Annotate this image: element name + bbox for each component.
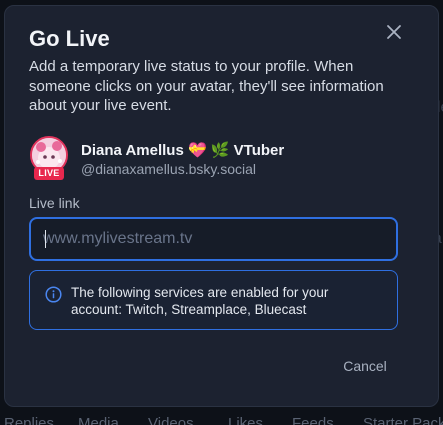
background-tab: Media	[78, 415, 119, 425]
profile-card: LIVE Diana Amellus 💝 🌿 VTuber @dianaxame…	[29, 136, 409, 186]
text-caret	[45, 230, 46, 248]
dialog-description: Add a temporary live status to your prof…	[29, 58, 384, 114]
background-tab: Replies	[4, 415, 55, 425]
close-icon[interactable]	[383, 21, 405, 43]
info-icon	[45, 286, 62, 303]
background-profile-tabs: Replies Media Videos Likes Feeds Starter…	[0, 414, 443, 425]
background-tab: Likes	[228, 415, 264, 425]
profile-display-name: Diana Amellus 💝 🌿 VTuber	[81, 142, 285, 159]
live-link-label: Live link	[29, 195, 80, 211]
dialog-title: Go Live	[29, 26, 110, 51]
avatar: LIVE	[29, 136, 71, 182]
background-tab: Feeds	[292, 415, 334, 425]
info-box: The following services are enabled for y…	[29, 270, 398, 330]
background-tab: Starter Packs	[363, 415, 443, 425]
live-badge: LIVE	[34, 167, 64, 180]
go-live-dialog: Go Live Add a temporary live status to y…	[4, 5, 439, 407]
profile-handle: @dianaxamellus.bsky.social	[81, 161, 257, 177]
live-link-input[interactable]	[29, 217, 398, 261]
cancel-button[interactable]: Cancel	[325, 352, 405, 380]
background-tab: Videos	[148, 415, 194, 425]
info-text: The following services are enabled for y…	[71, 285, 329, 317]
